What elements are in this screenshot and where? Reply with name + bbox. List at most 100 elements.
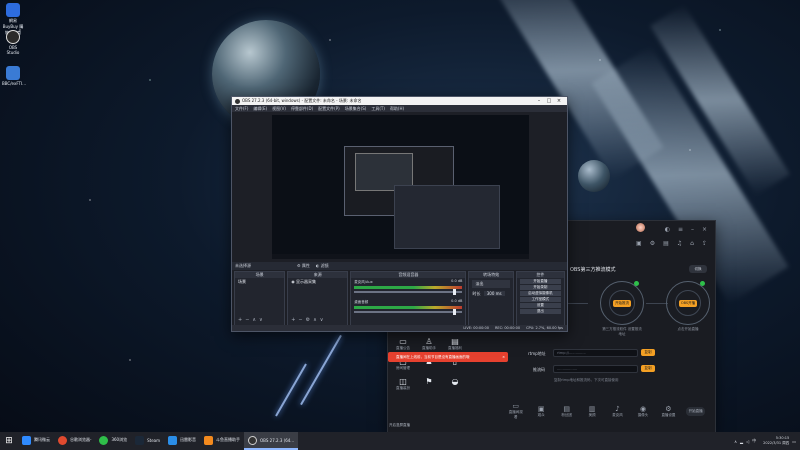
fans-icon: ▤ — [563, 404, 570, 413]
tool-empty[interactable]: ⚑ — [416, 377, 442, 391]
desktop-icon-shortcut[interactable]: BBC/exFTI... — [2, 66, 26, 86]
bell-icon[interactable]: ♫ — [677, 240, 682, 247]
start-recording-button[interactable]: 开始录制 — [519, 285, 562, 290]
taskbar-item[interactable]: Steam — [131, 432, 164, 450]
menu-file[interactable]: 文件(F) — [235, 106, 248, 112]
network-icon[interactable]: ▂ — [740, 439, 743, 444]
share-icon[interactable]: ⇪ — [702, 240, 707, 247]
cpu-fps: CPU: 2.7%, 60.00 fps — [526, 326, 563, 330]
filters-button[interactable]: ◐ 滤镜 — [316, 263, 329, 269]
obs-docks: 场景 场景 +−∧∨ 来源 ◉ 显示器采集 +−⚙∧∨ 音频混音器 麦克风/Au… — [232, 271, 567, 326]
taskbar-item[interactable]: 腾讯微云 — [18, 432, 54, 450]
tool-notice[interactable]: ▭ 直播公告 — [390, 337, 416, 351]
home-icon[interactable]: ⌂ — [690, 240, 694, 247]
tool-empty[interactable]: ◒ — [442, 377, 468, 391]
bottom-item[interactable]: ▤ 粉丝团 — [559, 405, 574, 418]
settings-icon[interactable]: ⚙ — [650, 240, 655, 247]
virtual-camera-button[interactable]: 启动虚拟摄像机 — [519, 291, 562, 296]
volume-meter — [354, 286, 463, 289]
window-title: OBS 27.2.3 (64-bit, windows) - 配置文件: 未命名… — [242, 98, 362, 103]
volume-slider[interactable] — [354, 289, 463, 295]
bottom-item[interactable]: ♪ 麦克风 — [610, 405, 625, 418]
settings-button[interactable]: 设置 — [519, 303, 562, 308]
taskbar-item[interactable]: 迅雷影音 — [164, 432, 200, 450]
scene-controls[interactable]: +−∧∨ — [238, 317, 266, 323]
bottom-item[interactable]: ⚙ 直播设置 — [661, 405, 676, 418]
obs-icon — [6, 30, 20, 44]
menu-profile[interactable]: 配置文件(P) — [318, 106, 340, 112]
cloud-icon — [22, 435, 31, 445]
close-icon[interactable]: × — [502, 352, 505, 362]
menu-edit[interactable]: 编辑(E) — [253, 106, 267, 112]
obs-logo-icon — [235, 98, 240, 104]
taskbar-item[interactable]: 360浏览 — [95, 432, 131, 450]
warning-banner: 直播间在上线前，当前节目是没有直播画面的哦 × — [388, 352, 508, 362]
menu-icon[interactable]: ≡ — [678, 226, 683, 233]
bottom-item[interactable]: ▭ 直播间观看 — [508, 402, 523, 420]
bag-icon: ◒ — [451, 377, 459, 386]
scene-item[interactable]: 场景 — [235, 278, 284, 286]
windows-start-icon[interactable]: ⊞ — [0, 436, 18, 446]
taskbar-item-obs[interactable]: OBS 27.2.3 (64... — [244, 432, 299, 450]
menu-scene-collection[interactable]: 场景集合(S) — [345, 106, 367, 112]
studio-mode-button[interactable]: 工作室模式 — [519, 297, 562, 302]
copy-rtmp-button[interactable]: 复制 — [641, 349, 655, 356]
menu-view[interactable]: 视图(V) — [272, 106, 286, 112]
start-live-button[interactable]: 开始直播 — [686, 406, 706, 416]
mode-switch-button[interactable]: 切换 — [689, 265, 707, 273]
audio-mixer-dock: 音频混音器 麦克风/Aux 0.0 dB 桌面音频 0.0 dB — [350, 271, 467, 326]
tool-welfare[interactable]: ▤ 直播福利 — [442, 337, 468, 351]
minimize-icon[interactable]: – — [534, 98, 544, 104]
bottom-item[interactable]: ▥ 美颜 — [584, 405, 599, 418]
menu-docks[interactable]: 停靠部件(D) — [291, 106, 313, 112]
menu-tools[interactable]: 工具(T) — [371, 106, 385, 112]
notification-icon[interactable]: ▭ — [792, 439, 796, 444]
step-tag: OBS开播 — [678, 299, 698, 307]
tool-decor[interactable]: ◫ 直播装扮 — [390, 377, 416, 391]
skin-icon[interactable]: ◐ — [665, 226, 670, 233]
vertical-live-link[interactable]: 开启竖屏直播 — [389, 423, 410, 428]
close-icon[interactable]: × — [554, 98, 564, 104]
controls-dock: 控件 开始直播 开始录制 启动虚拟摄像机 工作室模式 设置 退出 — [515, 271, 566, 326]
minimize-icon[interactable]: – — [691, 226, 694, 233]
taskbar-item[interactable]: 斗鱼直播助手 — [200, 432, 244, 450]
source-controls[interactable]: +−⚙∧∨ — [291, 317, 326, 323]
maximize-icon[interactable]: □ — [544, 98, 554, 104]
volume-icon[interactable]: ◁ — [746, 439, 749, 444]
rtmp-field[interactable]: rtmp://............... — [553, 349, 638, 357]
exit-button[interactable]: 退出 — [519, 309, 562, 314]
stream-key-field[interactable]: .................. — [553, 365, 638, 373]
clock[interactable]: 5:30:15 2022/3/31 周四 — [763, 436, 789, 446]
planet-small — [578, 160, 610, 192]
steam-icon — [135, 435, 145, 445]
menu-help[interactable]: 帮助(H) — [390, 106, 404, 112]
desktop-icon-obs[interactable]: OBS Studio — [2, 30, 24, 55]
source-toolbar: 未选择源 ⚙ 属性 ◐ 滤镜 — [232, 262, 567, 270]
tray-up-icon[interactable]: ∧ — [734, 439, 737, 444]
gift-icon[interactable]: ▣ — [636, 240, 642, 247]
duration-label: 时长 — [472, 291, 481, 296]
system-tray: ∧ ▂ ◁ 中 5:30:15 2022/3/31 周四 ▭ — [734, 436, 800, 446]
properties-button[interactable]: ⚙ 属性 — [297, 263, 310, 269]
tool-assistant[interactable]: ♙ 直播助手 — [416, 337, 442, 351]
obs-titlebar[interactable]: OBS 27.2.3 (64-bit, windows) - 配置文件: 未命名… — [232, 97, 567, 105]
transition-select[interactable]: 淡出 — [472, 280, 510, 288]
chart-icon[interactable]: ▤ — [663, 240, 669, 247]
bottom-item[interactable]: ◉ 摄像头 — [635, 405, 650, 418]
volume-slider[interactable] — [354, 309, 463, 315]
close-icon[interactable]: × — [702, 226, 707, 233]
start-streaming-button[interactable]: 开始直播 — [519, 279, 562, 284]
douyu-icon — [204, 435, 214, 445]
ime-icon[interactable]: 中 — [752, 438, 756, 444]
user-avatar[interactable] — [636, 223, 645, 232]
no-source-label: 未选择源 — [235, 263, 251, 268]
taskbar-item[interactable]: 谷歌浏览器- — [54, 432, 95, 450]
copy-key-button[interactable]: 复制 — [641, 365, 655, 372]
bottom-item[interactable]: ▣ 观众 — [533, 405, 548, 418]
step-obs-live: OBS开播 — [666, 281, 710, 325]
duration-input[interactable]: 300 ms — [483, 291, 505, 296]
mode-title: OBS第三方推流模式 — [570, 267, 616, 273]
preview-canvas[interactable] — [272, 115, 529, 259]
channel-db: 0.0 dB — [451, 299, 463, 303]
source-item[interactable]: ◉ 显示器采集 — [288, 278, 347, 286]
